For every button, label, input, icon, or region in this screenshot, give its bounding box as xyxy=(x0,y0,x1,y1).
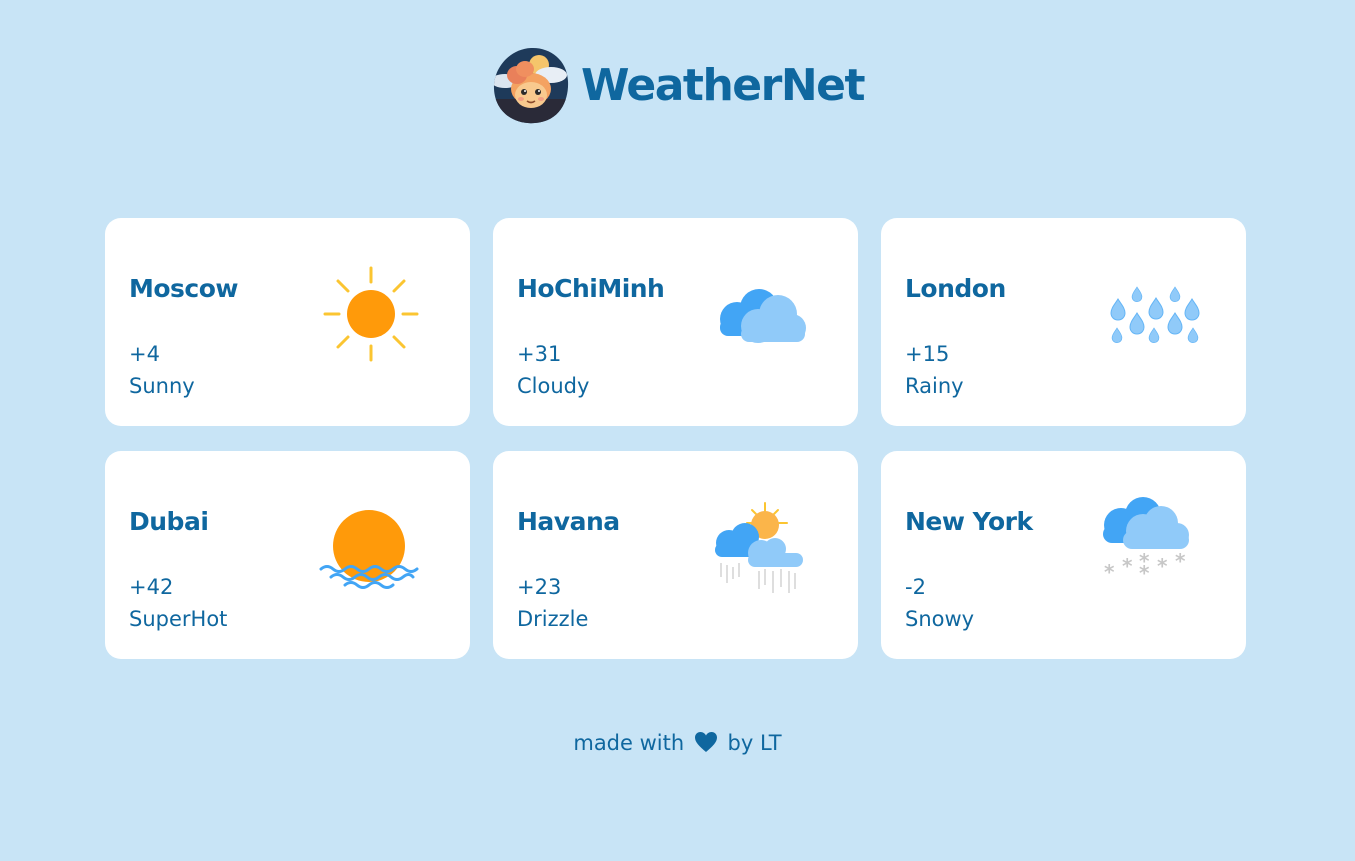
svg-text:*: * xyxy=(1104,560,1115,584)
heart-icon xyxy=(694,732,717,752)
sun-cloud-drizzle-icon xyxy=(715,502,803,593)
city-card-dubai[interactable]: Dubai +42 SuperHot xyxy=(105,451,470,659)
city-card-new-york[interactable]: New York -2 Snowy * * * * * * xyxy=(881,451,1246,659)
city-name: HoChiMinh xyxy=(517,274,665,303)
temperature: -2 xyxy=(905,575,926,599)
svg-text:*: * xyxy=(1139,561,1150,585)
svg-text:*: * xyxy=(1175,549,1186,573)
city-name: New York xyxy=(905,507,1033,536)
city-name: Havana xyxy=(517,507,620,536)
sunset-icon xyxy=(319,510,419,589)
city-card-havana[interactable]: Havana +23 Drizzle xyxy=(493,451,858,659)
cloud-snow-icon: * * * * * * xyxy=(1103,497,1189,585)
city-name: London xyxy=(905,274,1006,303)
svg-text:*: * xyxy=(1122,554,1133,578)
weather-grid: Moscow +4 Sunny HoChiMinh +31 Cloudy Lon… xyxy=(105,218,1247,659)
temperature: +4 xyxy=(129,342,160,366)
footer: made with by LT xyxy=(0,731,1355,755)
city-card-hochiminh[interactable]: HoChiMinh +31 Cloudy xyxy=(493,218,858,426)
city-name: Moscow xyxy=(129,274,239,303)
mascot-logo-icon[interactable] xyxy=(491,45,571,125)
condition: Drizzle xyxy=(517,607,589,631)
city-name: Dubai xyxy=(129,507,209,536)
city-card-london[interactable]: London +15 Rainy xyxy=(881,218,1246,426)
temperature: +23 xyxy=(517,575,562,599)
footer-prefix: made with xyxy=(573,731,685,755)
condition: Rainy xyxy=(905,374,964,398)
temperature: +15 xyxy=(905,342,950,366)
cloud-icon xyxy=(720,289,806,343)
city-card-moscow[interactable]: Moscow +4 Sunny xyxy=(105,218,470,426)
sun-icon xyxy=(323,266,419,362)
header: WeatherNet xyxy=(0,44,1355,126)
svg-text:*: * xyxy=(1157,554,1168,578)
condition: Sunny xyxy=(129,374,195,398)
app-title: WeatherNet xyxy=(580,59,866,111)
raindrops-icon xyxy=(1110,286,1200,344)
condition: Snowy xyxy=(905,607,975,631)
temperature: +42 xyxy=(129,575,174,599)
temperature: +31 xyxy=(517,342,562,366)
condition: SuperHot xyxy=(129,607,228,631)
condition: Cloudy xyxy=(517,374,590,398)
footer-suffix: by LT xyxy=(727,731,782,755)
